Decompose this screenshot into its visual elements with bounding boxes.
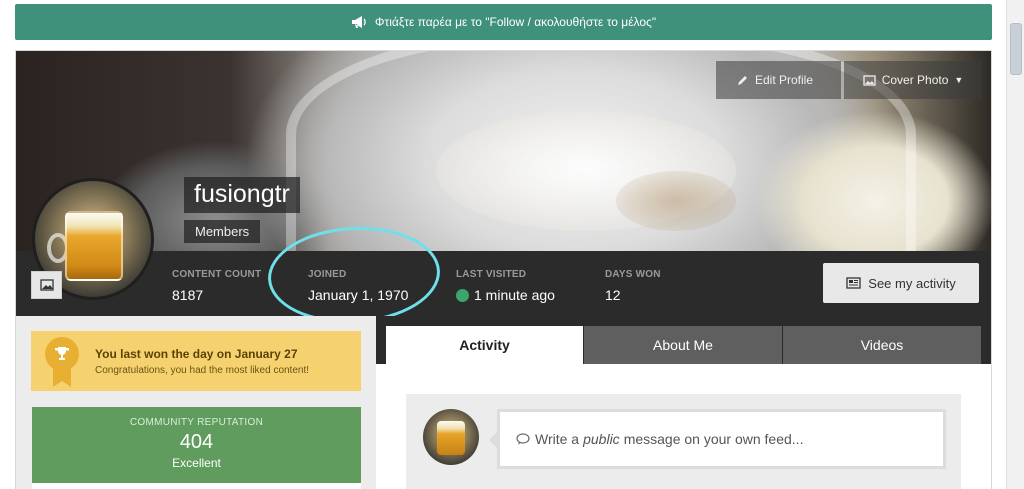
reputation-word: Excellent (172, 456, 221, 470)
edit-profile-label: Edit Profile (755, 73, 814, 87)
stat-days-won: DAYS WON 12 (605, 269, 661, 303)
profile-sidebar: You last won the day on January 27 Congr… (16, 316, 376, 489)
status-input[interactable]: Write a public message on your own feed.… (489, 409, 946, 469)
profile-group: Members (184, 220, 261, 243)
newspaper-icon (846, 277, 861, 289)
announcement-banner[interactable]: Φτιάξτε παρέα με το "Follow / ακολουθήστ… (15, 4, 992, 40)
see-activity-button[interactable]: See my activity (823, 263, 979, 303)
stat-label: CONTENT COUNT (172, 269, 262, 280)
stat-content-count: CONTENT COUNT 8187 (172, 269, 261, 303)
profile-username: fusiongtr (184, 177, 300, 213)
stat-label: DAYS WON (605, 269, 661, 280)
cover-photo-label: Cover Photo (881, 73, 949, 87)
composer-text-emph: public (583, 431, 620, 447)
online-status-icon (456, 288, 469, 302)
stats-bar: CONTENT COUNT 8187 JOINED January 1, 197… (16, 251, 991, 316)
scrollbar-thumb[interactable] (1010, 23, 1022, 75)
profile-tabs: Activity About Me Videos (376, 316, 991, 364)
see-activity-label: See my activity (868, 275, 956, 291)
composer-avatar (423, 409, 479, 465)
cover-photo: Edit Profile Cover Photo ▼ fusiongtr Mem… (16, 51, 991, 251)
stat-last-visited: LAST VISITED 1 minute ago (456, 269, 555, 303)
caret-down-icon: ▼ (954, 75, 964, 85)
stat-label: LAST VISITED (456, 269, 527, 280)
change-photo-button[interactable] (31, 271, 62, 299)
image-icon (39, 279, 54, 291)
reputation-value: 404 (179, 431, 214, 453)
stat-value: 1 minute ago (456, 287, 555, 303)
vertical-scrollbar[interactable] (1006, 0, 1024, 489)
trophy-icon (41, 331, 89, 391)
cover-actions: Edit Profile Cover Photo ▼ (716, 61, 982, 99)
announcement-text: Φτιάξτε παρέα με το "Follow / ακολουθήστ… (374, 15, 657, 29)
badge-title: You last won the day on January 27 (95, 346, 298, 361)
day-won-badge: You last won the day on January 27 Congr… (31, 331, 361, 391)
badge-subtitle: Congratulations, you had the most liked … (95, 364, 310, 376)
reputation-label: COMMUNITY REPUTATION (129, 417, 264, 428)
tab-videos[interactable]: Videos (783, 326, 981, 364)
profile-card: Edit Profile Cover Photo ▼ fusiongtr Mem… (15, 50, 992, 489)
composer-text-after: message on your own feed... (623, 431, 804, 447)
reputation-box: COMMUNITY REPUTATION 404 Excellent (32, 407, 361, 483)
last-visited-text: 1 minute ago (474, 287, 555, 303)
status-composer: Write a public message on your own feed.… (406, 394, 961, 489)
edit-profile-button[interactable]: Edit Profile (716, 61, 841, 99)
megaphone-icon (351, 16, 366, 28)
pencil-icon (738, 75, 747, 85)
cover-photo-button[interactable]: Cover Photo ▼ (844, 61, 982, 99)
activity-content: Write a public message on your own feed.… (376, 364, 991, 489)
composer-text-before: Write a (535, 431, 580, 447)
comment-icon (516, 433, 530, 445)
stat-value: 8187 (172, 287, 204, 303)
stat-value: 12 (605, 287, 621, 303)
tab-about-me[interactable]: About Me (584, 326, 782, 364)
profile-page: Φτιάξτε παρέα με το "Follow / ακολουθήστ… (0, 0, 1024, 489)
tab-activity[interactable]: Activity (386, 326, 583, 364)
image-icon (863, 74, 876, 86)
